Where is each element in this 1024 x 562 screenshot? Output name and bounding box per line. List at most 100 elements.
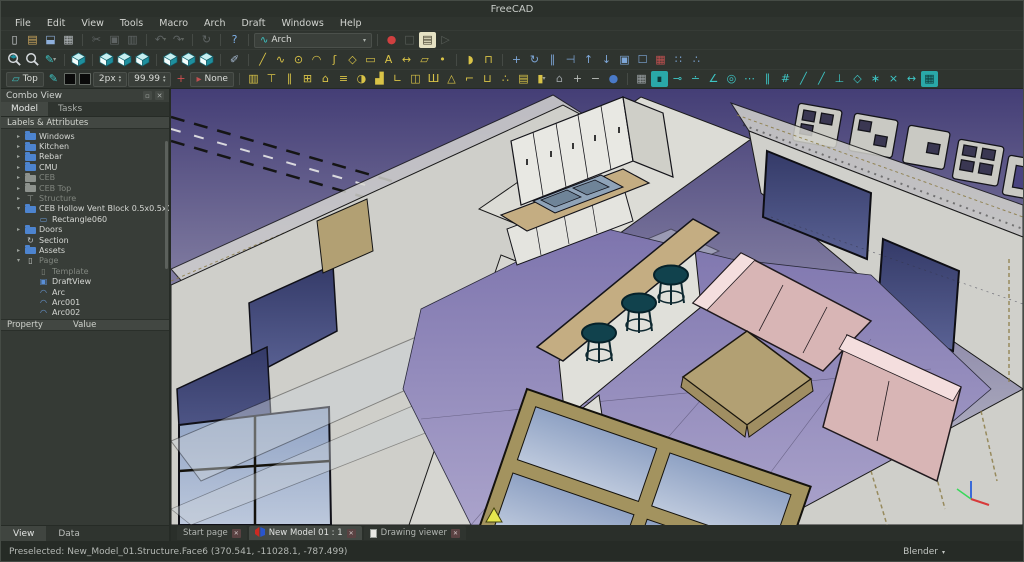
snap-midpoint-icon[interactable]: ∸ [687,71,704,87]
menu-windows[interactable]: Windows [281,18,323,29]
menu-edit[interactable]: Edit [47,18,65,29]
draft-rectangle-icon[interactable]: ▭ [362,52,379,68]
menu-arch[interactable]: Arch [204,18,225,29]
draft-facebinder-icon[interactable]: ▱ [416,52,433,68]
tree-scrollbar[interactable] [165,141,168,269]
snap-lock-icon[interactable]: ∎ [651,71,668,87]
nav-style-selector[interactable]: Blender ▾ [903,547,945,557]
remove-component-icon[interactable]: − [587,71,604,87]
arch-material-icon[interactable]: ▮▾ [533,71,550,87]
edit-icon[interactable]: ☐ [634,52,651,68]
redo-icon[interactable]: ↷▾ [170,32,187,48]
bottom-view-icon[interactable] [180,52,197,68]
line-color-swatch[interactable] [64,73,76,85]
arch-axis-icon[interactable]: ≡ [335,71,352,87]
offset-icon[interactable]: ∥ [544,52,561,68]
new-document-icon[interactable]: ▯ [6,32,23,48]
point-array-icon[interactable]: ∴ [688,52,705,68]
expand-arrow[interactable]: ▸ [15,143,22,150]
arch-section-plane-icon[interactable]: ◑ [353,71,370,87]
snap-grid-snap-icon[interactable]: # [777,71,794,87]
snap-ortho-icon[interactable]: ╱ [813,71,830,87]
expand-arrow[interactable]: ▸ [15,226,22,233]
close-panel-icon[interactable]: ✕ [155,91,164,100]
draft-bspline-icon[interactable]: ʃ [326,52,343,68]
tree-item-arc002[interactable]: ◠Arc002 [1,308,169,318]
whats-this-icon[interactable]: ? [226,32,243,48]
document-tab-drawing-viewer[interactable]: Drawing viewer✕ [364,526,466,540]
axonometric-view-icon[interactable] [70,52,87,68]
print-icon[interactable]: ▦ [60,32,77,48]
arch-frame-icon[interactable]: ◫ [407,71,424,87]
draft-polygon-icon[interactable]: ◇ [344,52,361,68]
expand-arrow[interactable]: ▸ [15,164,22,171]
downgrade-icon[interactable]: ↓ [598,52,615,68]
tree-item-arc001[interactable]: ◠Arc001 [1,297,169,307]
snap-endpoint-icon[interactable]: ⊸ [669,71,686,87]
arch-profile-icon[interactable]: ⌐ [461,71,478,87]
paste-icon[interactable]: ▥ [124,32,141,48]
tree-item-ceb-top[interactable]: ▸CEB Top [1,183,169,193]
3d-viewport[interactable] [171,89,1023,525]
tree-item-assets[interactable]: ▸Assets [1,245,169,255]
autogroup-button[interactable]: ▸None [190,72,234,87]
arch-window-tool-icon[interactable]: ⊞ [299,71,316,87]
add-component-icon[interactable]: + [569,71,586,87]
tree-item-kitchen[interactable]: ▸Kitchen [1,141,169,151]
tree-item-windows[interactable]: ▸Windows [1,131,169,141]
tree-item-doors[interactable]: ▸Doors [1,225,169,235]
undo-icon[interactable]: ↶▾ [152,32,169,48]
menu-file[interactable]: File [15,18,31,29]
expand-arrow[interactable]: ▸ [15,247,22,254]
tree-item-cmu[interactable]: ▸CMU [1,162,169,172]
snap-perpendicular-icon[interactable]: ⊥ [831,71,848,87]
snap-special-icon[interactable]: ∗ [867,71,884,87]
expand-arrow[interactable]: ▾ [15,205,22,212]
draft-text-icon[interactable]: A [380,52,397,68]
arch-site-icon[interactable]: ● [605,71,622,87]
tab-data[interactable]: Data [46,526,92,541]
arch-space-icon[interactable]: ▟ [371,71,388,87]
trim-extend-icon[interactable]: ⊣ [562,52,579,68]
snap-intersection-icon[interactable]: × [885,71,902,87]
left-view-icon[interactable] [198,52,215,68]
building-icon[interactable]: ⌂ [551,71,568,87]
menu-macro[interactable]: Macro [159,18,188,29]
tree-item-ceb-hollow-vent-block-0-5x0-5x0-2cm[interactable]: ▾CEB Hollow Vent Block 0.5x0.5x0.2cm [1,204,169,214]
subelement-highlight-icon[interactable]: ▦ [652,52,669,68]
tree-item-draftview[interactable]: ▣DraftView [1,276,169,286]
macro-dialog-icon[interactable]: ▤ [419,32,436,48]
draft-style-pen-icon[interactable]: ✎ [45,71,62,87]
title-bar[interactable]: FreeCAD [1,1,1023,17]
snap-working-plane-icon[interactable]: ◇ [849,71,866,87]
draft-point-icon[interactable]: • [434,52,451,68]
menu-help[interactable]: Help [340,18,362,29]
snap-angle-icon[interactable]: ∠ [705,71,722,87]
snap-near-icon[interactable]: ╱ [795,71,812,87]
open-folder-icon[interactable]: ▤ [24,32,41,48]
property-editor[interactable] [1,331,169,525]
close-tab-icon[interactable]: ✕ [232,529,241,538]
save-icon[interactable]: ⬓ [42,32,59,48]
arch-structure-icon[interactable]: ⊤ [263,71,280,87]
expand-arrow[interactable]: ▸ [15,133,22,140]
arch-schedule-icon[interactable]: ▤ [515,71,532,87]
face-color-swatch[interactable] [79,73,91,85]
arch-stairs-icon[interactable]: ∟ [389,71,406,87]
upgrade-icon[interactable]: ↑ [580,52,597,68]
array-icon[interactable]: ∷ [670,52,687,68]
right-view-icon[interactable] [134,52,151,68]
top-view-icon[interactable] [116,52,133,68]
arch-curtain-wall-icon[interactable]: ∥ [281,71,298,87]
measure-icon[interactable]: ✐ [226,52,243,68]
front-view-icon[interactable] [98,52,115,68]
draft-dimension-icon[interactable]: ↔ [398,52,415,68]
draft-arc-icon[interactable]: ◠ [308,52,325,68]
move-icon[interactable]: + [508,52,525,68]
tree-item-arc[interactable]: ◠Arc [1,287,169,297]
tree-item-section[interactable]: ↻Section [1,235,169,245]
expand-arrow[interactable]: ▸ [15,195,22,202]
tree-item-rectangle060[interactable]: ▭Rectangle060 [1,214,169,224]
draft-line-icon[interactable]: ╱ [254,52,271,68]
menu-tools[interactable]: Tools [120,18,143,29]
